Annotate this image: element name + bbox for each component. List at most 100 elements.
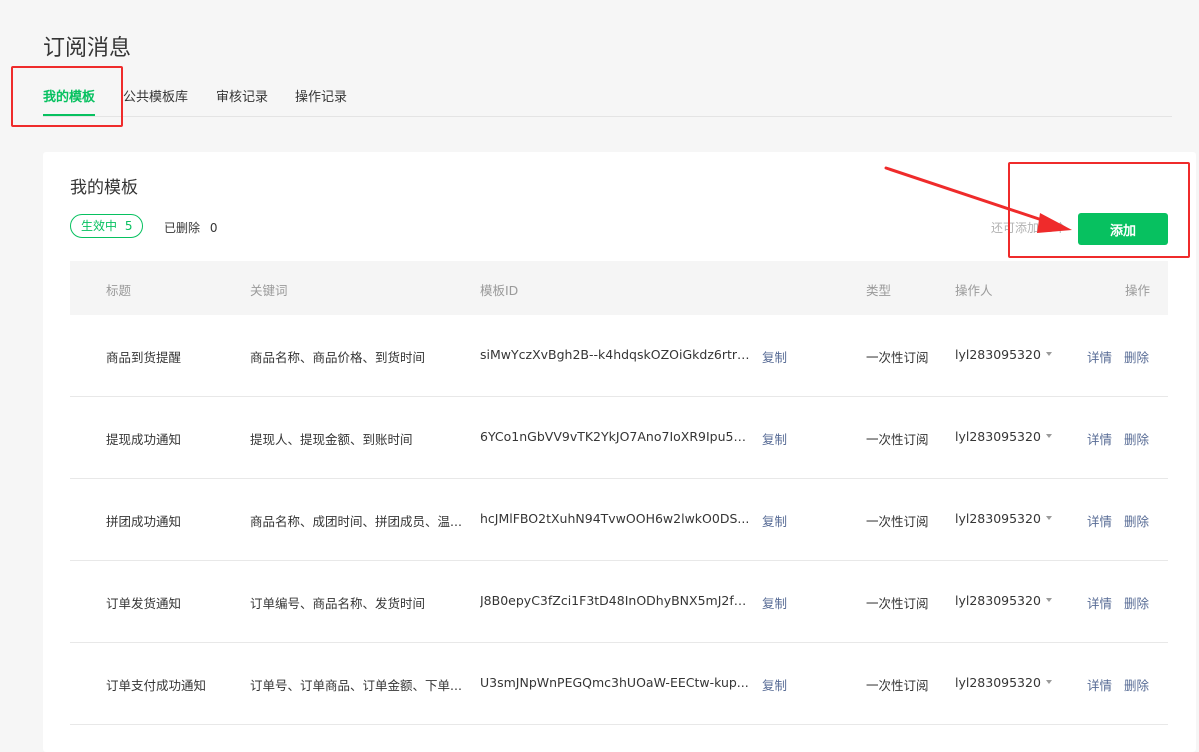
copy-link[interactable]: 复制 <box>762 511 787 530</box>
chevron-down-icon[interactable] <box>1045 515 1052 520</box>
highlight-box-add <box>1008 162 1190 258</box>
delete-link-text: 删除 <box>1124 432 1150 447</box>
row-keywords-text: 订单号、订单商品、订单金额、下单... <box>250 678 462 693</box>
row-template-id-text: siMwYczXvBgh2B--k4hdqskOZOiGkdz6rtrL... <box>480 347 750 362</box>
row-template-id: hcJMlFBO2tXuhN94TvwOOH6w2lwkO0DS... <box>480 511 750 526</box>
row-type-text: 一次性订阅 <box>866 432 929 447</box>
table-row: 商品到货提醒 商品名称、商品价格、到货时间 siMwYczXvBgh2B--k4hd… <box>70 315 1168 397</box>
chevron-down-icon[interactable] <box>1045 597 1052 602</box>
active-label: 生效中 <box>81 219 118 233</box>
tab-bar: 我的模板 公共模板库 审核记录 操作记录 <box>43 86 1172 117</box>
detail-link[interactable]: 详情 <box>1087 347 1112 366</box>
copy-link[interactable]: 复制 <box>762 675 787 694</box>
deleted-count: 0 <box>209 221 218 235</box>
row-title: 订单发货通知 <box>106 593 226 612</box>
row-type-text: 一次性订阅 <box>866 514 929 529</box>
row-operator-text: lyl283095320 <box>955 593 1041 608</box>
row-keywords: 订单号、订单商品、订单金额、下单... <box>250 675 465 694</box>
row-type-text: 一次性订阅 <box>866 350 929 365</box>
detail-link[interactable]: 详情 <box>1087 429 1112 448</box>
delete-link[interactable]: 删除 <box>1124 347 1149 366</box>
highlight-box-tab <box>11 66 123 127</box>
row-type-text: 一次性订阅 <box>866 596 929 611</box>
row-type-text: 一次性订阅 <box>866 678 929 693</box>
row-operator[interactable]: lyl283095320 <box>955 511 1052 526</box>
detail-link-text: 详情 <box>1087 678 1113 693</box>
row-title: 商品到货提醒 <box>106 347 226 366</box>
delete-link-text: 删除 <box>1124 514 1150 529</box>
row-keywords-text: 商品名称、成团时间、拼团成员、温... <box>250 514 462 529</box>
delete-link-text: 删除 <box>1124 596 1150 611</box>
row-title: 提现成功通知 <box>106 429 226 448</box>
detail-link[interactable]: 详情 <box>1087 511 1112 530</box>
row-title: 订单支付成功通知 <box>106 675 226 694</box>
row-operator-text: lyl283095320 <box>955 511 1041 526</box>
row-title-text: 拼团成功通知 <box>106 514 182 529</box>
table-row: 订单支付成功通知 订单号、订单商品、订单金额、下单... U3smJNpWnPEGQ… <box>70 643 1168 725</box>
row-type: 一次性订阅 <box>866 593 929 612</box>
active-count: 5 <box>124 219 133 233</box>
row-type: 一次性订阅 <box>866 429 929 448</box>
delete-link[interactable]: 删除 <box>1124 675 1149 694</box>
tab-public-library[interactable]: 公共模板库 <box>123 86 188 105</box>
delete-link-text: 删除 <box>1124 678 1150 693</box>
row-title-text: 商品到货提醒 <box>106 350 182 365</box>
delete-link[interactable]: 删除 <box>1124 593 1149 612</box>
row-operator-text: lyl283095320 <box>955 675 1041 690</box>
deleted-filter[interactable]: 已删除 0 <box>164 219 217 236</box>
copy-link-text: 复制 <box>762 678 788 693</box>
row-operator[interactable]: lyl283095320 <box>955 675 1052 690</box>
chevron-down-icon[interactable] <box>1045 433 1052 438</box>
copy-link-text: 复制 <box>762 514 788 529</box>
table-row: 订单发货通知 订单编号、商品名称、发货时间 J8B0epyC3fZci1F3tD48… <box>70 561 1168 643</box>
copy-link[interactable]: 复制 <box>762 429 787 448</box>
row-type: 一次性订阅 <box>866 347 929 366</box>
table-row: 拼团成功通知 商品名称、成团时间、拼团成员、温... hcJMlFBO2tXuhN9… <box>70 479 1168 561</box>
row-template-id: J8B0epyC3fZci1F3tD48InODhyBNX5mJ2fL1... <box>480 593 750 608</box>
copy-link[interactable]: 复制 <box>762 347 787 366</box>
header-operator: 操作人 <box>955 283 993 298</box>
row-template-id-text: hcJMlFBO2tXuhN94TvwOOH6w2lwkO0DS... <box>480 511 750 526</box>
row-operator-text: lyl283095320 <box>955 429 1041 444</box>
row-title-text: 订单支付成功通知 <box>106 678 207 693</box>
copy-link-text: 复制 <box>762 350 788 365</box>
delete-link[interactable]: 删除 <box>1124 511 1149 530</box>
row-keywords-text: 提现人、提现金额、到账时间 <box>250 432 413 447</box>
row-template-id: U3smJNpWnPEGQmc3hUOaW-EECtw-kup... <box>480 675 750 690</box>
row-template-id-text: J8B0epyC3fZci1F3tD48InODhyBNX5mJ2fL1... <box>480 593 750 608</box>
header-type: 类型 <box>866 283 892 298</box>
header-title: 标题 <box>106 283 132 298</box>
row-keywords: 商品名称、商品价格、到货时间 <box>250 347 465 366</box>
row-operator[interactable]: lyl283095320 <box>955 593 1052 608</box>
row-keywords-text: 订单编号、商品名称、发货时间 <box>250 596 426 611</box>
row-type: 一次性订阅 <box>866 675 929 694</box>
row-keywords: 提现人、提现金额、到账时间 <box>250 429 465 448</box>
chevron-down-icon[interactable] <box>1045 679 1052 684</box>
tab-review-records[interactable]: 审核记录 <box>216 86 268 105</box>
active-filter-badge[interactable]: 生效中 5 <box>70 214 144 238</box>
copy-link-text: 复制 <box>762 596 788 611</box>
row-keywords-text: 商品名称、商品价格、到货时间 <box>250 350 426 365</box>
template-table: 标题 关键词 模板ID 类型 操作人 操作 商品到货提醒 商品名称、商品价格、到货… <box>70 261 1168 725</box>
header-keywords: 关键词 <box>250 283 288 298</box>
delete-link[interactable]: 删除 <box>1124 429 1149 448</box>
detail-link[interactable]: 详情 <box>1087 675 1112 694</box>
row-operator[interactable]: lyl283095320 <box>955 347 1052 362</box>
deleted-label: 已删除 <box>164 221 201 235</box>
row-template-id: 6YCo1nGbVV9vTK2YkJO7Ano7IoXR9Ipu5c... <box>480 429 750 444</box>
page-title: 订阅消息 <box>43 36 132 61</box>
tab-operation-records[interactable]: 操作记录 <box>295 86 347 105</box>
row-keywords: 订单编号、商品名称、发货时间 <box>250 593 465 612</box>
row-operator[interactable]: lyl283095320 <box>955 429 1052 444</box>
detail-link-text: 详情 <box>1087 350 1113 365</box>
row-template-id: siMwYczXvBgh2B--k4hdqskOZOiGkdz6rtrL... <box>480 347 750 362</box>
row-type: 一次性订阅 <box>866 511 929 530</box>
copy-link-text: 复制 <box>762 432 788 447</box>
row-title: 拼团成功通知 <box>106 511 226 530</box>
header-template-id: 模板ID <box>480 283 519 298</box>
copy-link[interactable]: 复制 <box>762 593 787 612</box>
row-title-text: 订单发货通知 <box>106 596 182 611</box>
chevron-down-icon[interactable] <box>1045 351 1052 356</box>
detail-link[interactable]: 详情 <box>1087 593 1112 612</box>
table-body: 商品到货提醒 商品名称、商品价格、到货时间 siMwYczXvBgh2B--k4hd… <box>70 315 1168 725</box>
